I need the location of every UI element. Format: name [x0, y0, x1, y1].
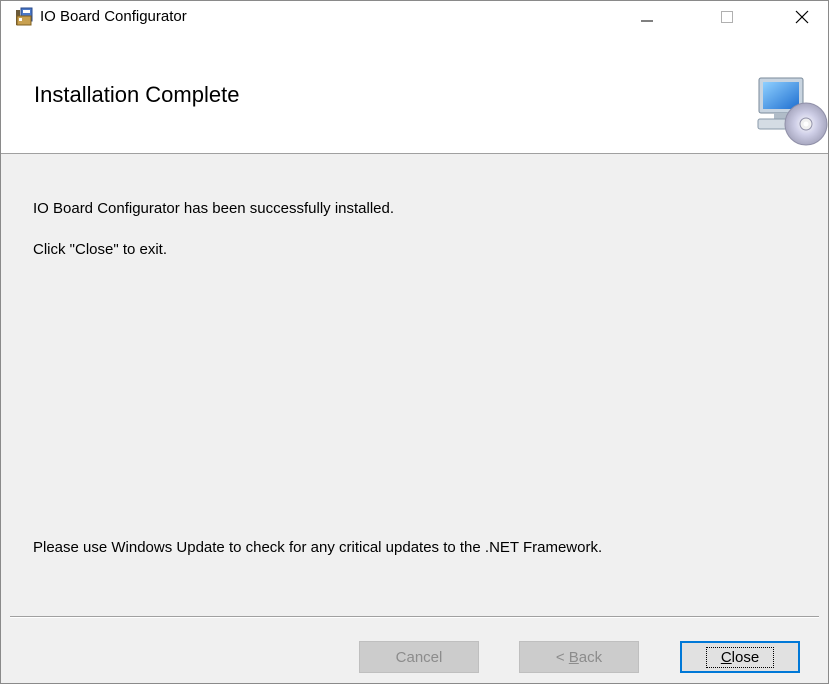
back-button[interactable]: < Back: [519, 641, 639, 673]
divider: [10, 616, 819, 618]
exit-instruction: Click "Close" to exit.: [33, 241, 168, 258]
close-window-button[interactable]: [779, 1, 825, 32]
close-button-label: Close: [705, 646, 775, 668]
maximize-icon: [721, 10, 733, 23]
back-button-label: < Back: [555, 648, 603, 666]
cancel-button-label: Cancel: [395, 648, 443, 666]
computer-cd-icon: [757, 77, 828, 146]
maximize-button[interactable]: [704, 1, 750, 32]
close-icon: [795, 10, 809, 23]
minimize-icon: [641, 20, 653, 21]
close-button[interactable]: Close: [680, 641, 800, 673]
title-bar[interactable]: IO Board Configurator: [1, 1, 828, 32]
window-title: IO Board Configurator: [40, 8, 187, 25]
minimize-button[interactable]: [624, 1, 670, 32]
installer-window: IO Board Configurator Installation Compl…: [0, 0, 829, 684]
installer-app-icon: [16, 7, 33, 25]
header-banner: Installation Complete: [1, 32, 828, 154]
cancel-button[interactable]: Cancel: [359, 641, 479, 673]
update-notice: Please use Windows Update to check for a…: [33, 539, 603, 556]
success-message: IO Board Configurator has been successfu…: [33, 200, 395, 217]
page-title: Installation Complete: [34, 82, 240, 107]
